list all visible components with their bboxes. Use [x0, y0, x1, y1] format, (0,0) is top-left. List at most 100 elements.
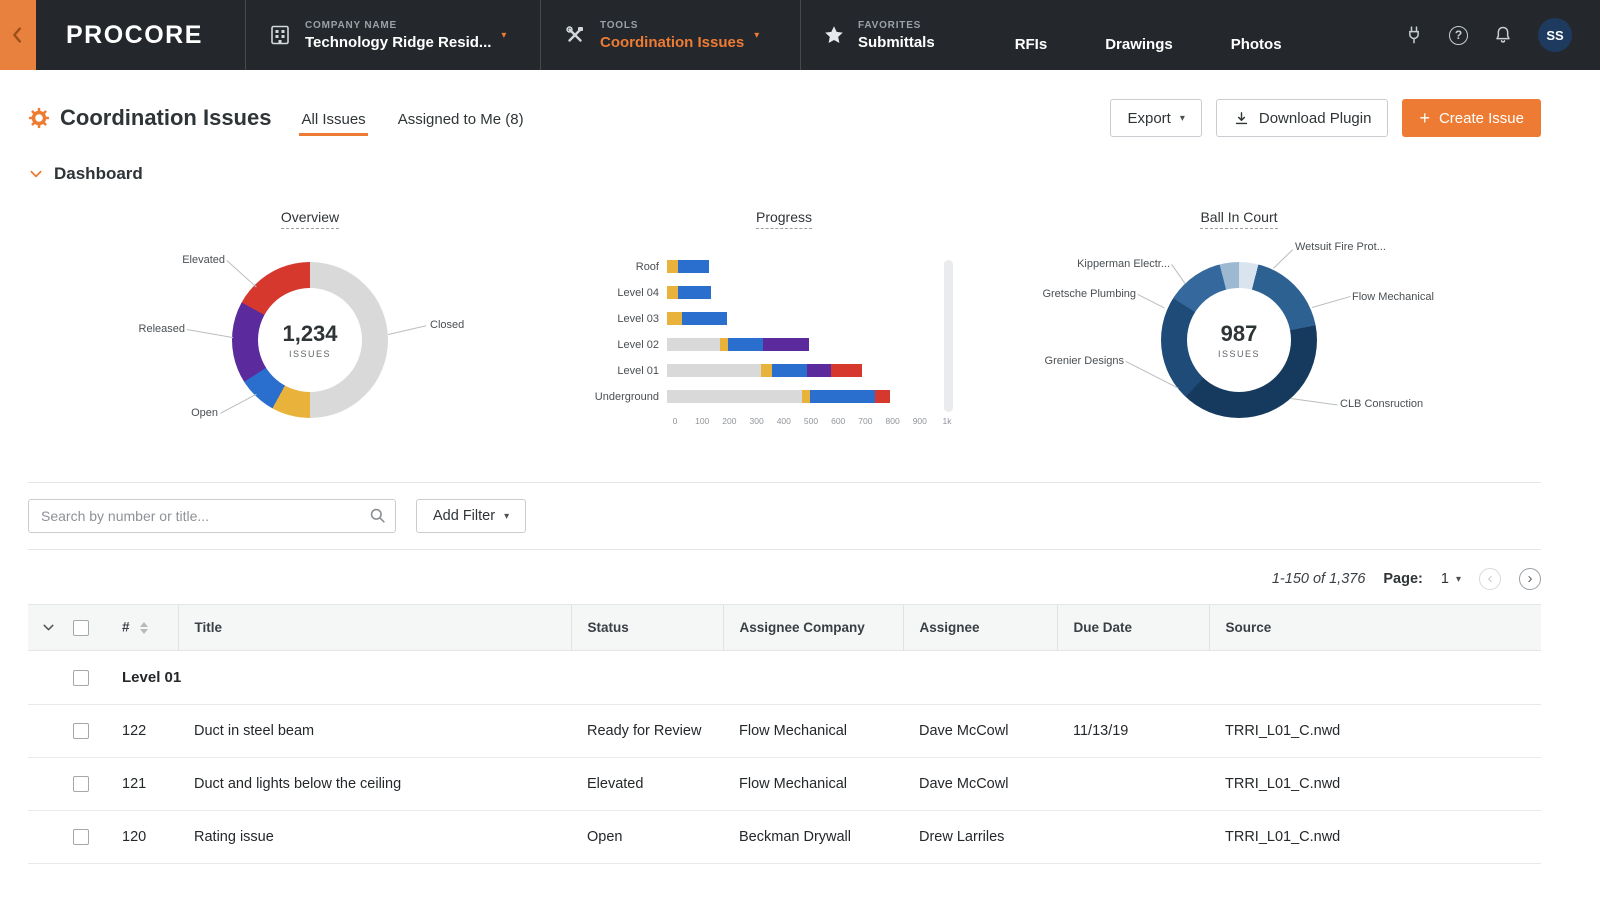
- procore-logo[interactable]: PROCORE: [36, 0, 245, 70]
- progress-bar-row: Level 01: [584, 364, 984, 377]
- progress-bar-segment: [763, 338, 809, 351]
- progress-chart: Progress Roof Level 04 Level 03 Level 02 Lev…: [584, 204, 984, 474]
- search-input[interactable]: [28, 499, 396, 533]
- cell-due-date: 11/13/19: [1057, 704, 1209, 758]
- export-label: Export: [1127, 109, 1171, 127]
- row-checkbox[interactable]: [73, 829, 89, 846]
- prev-page-button[interactable]: ‹: [1479, 568, 1501, 590]
- table-header-row: # Title Status Assignee Company Assignee…: [28, 604, 1541, 651]
- add-filter-label: Add Filter: [433, 508, 496, 524]
- select-all-checkbox[interactable]: [73, 619, 89, 636]
- dashboard-charts: Overview 1,234 ISSUES Elevated Released …: [0, 204, 1600, 482]
- cell-due-date: [1057, 757, 1209, 811]
- coordination-issues-page: PROCORE COMPANY NAME Technology Ridge Re…: [0, 0, 1600, 900]
- favorite-submittals[interactable]: FAVORITES Submittals: [858, 20, 935, 51]
- back-button[interactable]: [0, 0, 36, 70]
- progress-bar[interactable]: [667, 312, 727, 325]
- column-header-assignee: Assignee: [902, 604, 1057, 651]
- download-plugin-button[interactable]: Download Plugin: [1215, 99, 1389, 137]
- progress-bar[interactable]: [667, 338, 809, 351]
- divider: [28, 482, 1541, 483]
- sort-icon[interactable]: [139, 618, 148, 638]
- progress-bar-segment: [810, 390, 875, 403]
- progress-bar[interactable]: [667, 390, 890, 403]
- progress-bar-segment: [772, 364, 807, 377]
- cell-status: Ready for Review: [571, 704, 723, 758]
- chart-scrollbar[interactable]: [944, 260, 953, 412]
- progress-bar-segment: [875, 390, 890, 403]
- progress-bar-segment: [728, 338, 763, 351]
- progress-bar-segment: [667, 260, 678, 273]
- caret-down-icon: ▾: [754, 29, 760, 41]
- tab-all-issues[interactable]: All Issues: [299, 99, 368, 138]
- progress-bar-segment: [682, 312, 727, 325]
- group-checkbox[interactable]: [73, 670, 89, 687]
- nav-link-rfis[interactable]: RFIs: [1015, 36, 1048, 53]
- tool-selector[interactable]: TOOLS Coordination Issues ▾: [540, 0, 800, 70]
- divider: [28, 549, 1541, 550]
- progress-bar-segment: [667, 312, 682, 325]
- search-icon: [368, 506, 387, 530]
- expand-all-chevron-icon[interactable]: [40, 619, 57, 636]
- cell-status: Open: [571, 810, 723, 864]
- callout-gretsche: Gretsche Plumbing: [1042, 288, 1136, 300]
- column-header-status: Status: [570, 604, 723, 651]
- progress-bar[interactable]: [667, 260, 709, 273]
- row-checkbox[interactable]: [73, 723, 89, 740]
- progress-bar-label: Underground: [594, 390, 659, 403]
- create-issue-label: Create Issue: [1438, 109, 1524, 127]
- create-issue-button[interactable]: + Create Issue: [1402, 99, 1541, 137]
- page-title: Coordination Issues: [60, 105, 272, 130]
- notifications-bell-icon[interactable]: [1493, 25, 1513, 45]
- cell-number: 120: [106, 810, 178, 864]
- cell-assignee: Dave McCowl: [903, 704, 1057, 758]
- progress-bar[interactable]: [667, 364, 862, 377]
- overview-chart: Overview 1,234 ISSUES Elevated Released …: [130, 204, 490, 474]
- progress-bar-segment: [667, 286, 678, 299]
- callout-elevated: Elevated: [182, 254, 225, 266]
- search-box: [28, 499, 396, 533]
- progress-bar-row: Level 04: [584, 286, 984, 299]
- callout-clb: CLB Consruction: [1340, 398, 1424, 410]
- plus-icon: +: [1419, 108, 1430, 128]
- nav-link-drawings[interactable]: Drawings: [1105, 36, 1173, 53]
- ball-in-court-chart: Ball In Court 987 ISSUES Kipperman Elect…: [1019, 204, 1459, 474]
- ball-in-court-donut[interactable]: 987 ISSUES: [1161, 262, 1317, 418]
- download-plugin-label: Download Plugin: [1258, 109, 1372, 127]
- callout-flow: Flow Mechanical: [1352, 291, 1434, 303]
- table-row[interactable]: 120 Rating issue Open Beckman Drywall Dr…: [28, 810, 1541, 864]
- progress-bar-segment: [667, 390, 802, 403]
- tab-assigned-to-me[interactable]: Assigned to Me (8): [396, 99, 526, 138]
- overview-unit: ISSUES: [288, 349, 331, 359]
- progress-bar[interactable]: [667, 286, 711, 299]
- progress-bar-segment: [807, 364, 831, 377]
- company-selector[interactable]: COMPANY NAME Technology Ridge Resid... ▾: [245, 0, 540, 70]
- add-filter-button[interactable]: Add Filter ▾: [416, 499, 527, 533]
- progress-bar-segment: [678, 260, 709, 273]
- table-row[interactable]: 122 Duct in steel beam Ready for Review …: [28, 704, 1541, 758]
- help-icon[interactable]: ?: [1449, 25, 1468, 45]
- favorites-label: FAVORITES: [858, 19, 922, 31]
- export-button[interactable]: Export ▾: [1110, 99, 1202, 137]
- nav-link-photos[interactable]: Photos: [1231, 36, 1282, 53]
- leader-line: [388, 325, 427, 335]
- leader-line: [186, 329, 234, 339]
- cell-number: 122: [106, 704, 178, 758]
- column-header-title: Title: [177, 604, 571, 651]
- cell-title: Rating issue: [178, 810, 571, 864]
- table-row[interactable]: 121 Duct and lights below the ceiling El…: [28, 757, 1541, 811]
- dashboard-toggle[interactable]: Dashboard: [28, 164, 1600, 184]
- user-avatar[interactable]: SS: [1538, 18, 1572, 52]
- progress-bars: Roof Level 04 Level 03 Level 02 Level 01 Unde…: [584, 260, 984, 428]
- progress-bar-label: Roof: [635, 260, 659, 273]
- plugin-icon[interactable]: [1404, 25, 1424, 45]
- cell-title: Duct in steel beam: [178, 704, 571, 758]
- favorites-value: Submittals: [858, 33, 935, 51]
- overview-total: 1,234: [282, 321, 338, 346]
- page-select[interactable]: 1 ▾: [1441, 571, 1461, 587]
- ball-in-court-chart-title: Ball In Court: [1019, 209, 1459, 229]
- procore-logo-text: PROCORE: [66, 20, 203, 49]
- next-page-button[interactable]: ›: [1519, 568, 1541, 590]
- tools-icon: [563, 23, 587, 47]
- row-checkbox[interactable]: [73, 776, 89, 793]
